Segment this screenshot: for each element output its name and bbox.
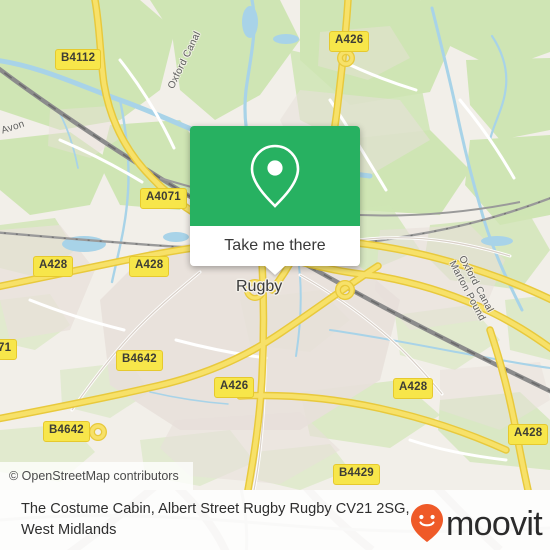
page-footer: The Costume Cabin, Albert Street Rugby R… [0,490,550,550]
road-shield-a428-far-right[interactable]: A428 [508,424,549,445]
take-me-there-label: Take me there [224,237,326,254]
map-canvas[interactable]: Rugby Oxford Canal Avon Oxford Canal Mar… [0,0,550,490]
road-shield-a426-top[interactable]: A426 [329,31,370,52]
road-shield-71[interactable]: 71 [0,339,18,360]
map-attribution: © OpenStreetMap contributors [0,462,193,490]
city-label-rugby: Rugby [236,278,283,295]
road-shield-a4071[interactable]: A4071 [140,188,187,209]
location-popup-card[interactable]: Take me there [190,126,360,275]
road-shield-a426-bottom[interactable]: A426 [214,377,255,398]
map-pin-icon [250,144,300,208]
map-page: Rugby Oxford Canal Avon Oxford Canal Mar… [0,0,550,550]
road-shield-a428-mid[interactable]: A428 [129,256,170,277]
location-caption: The Costume Cabin, Albert Street Rugby R… [21,501,410,538]
road-shield-b4429[interactable]: B4429 [333,464,380,485]
moovit-brand[interactable]: moovit [409,503,543,543]
attribution-text: © OpenStreetMap contributors [9,469,179,483]
popup-footer[interactable]: Take me there [190,226,360,275]
road-shield-a428-left[interactable]: A428 [33,256,74,277]
road-shield-b4642-top[interactable]: B4642 [116,350,163,371]
road-shield-a428-right[interactable]: A428 [393,378,434,399]
popup-header [190,126,360,226]
road-shield-b4642-bottom[interactable]: B4642 [43,421,90,442]
moovit-wordmark: moovit [446,505,543,543]
moovit-pin-smile-icon [411,504,444,542]
popup-pointer [265,266,285,275]
road-shield-b4112[interactable]: B4112 [55,49,102,70]
